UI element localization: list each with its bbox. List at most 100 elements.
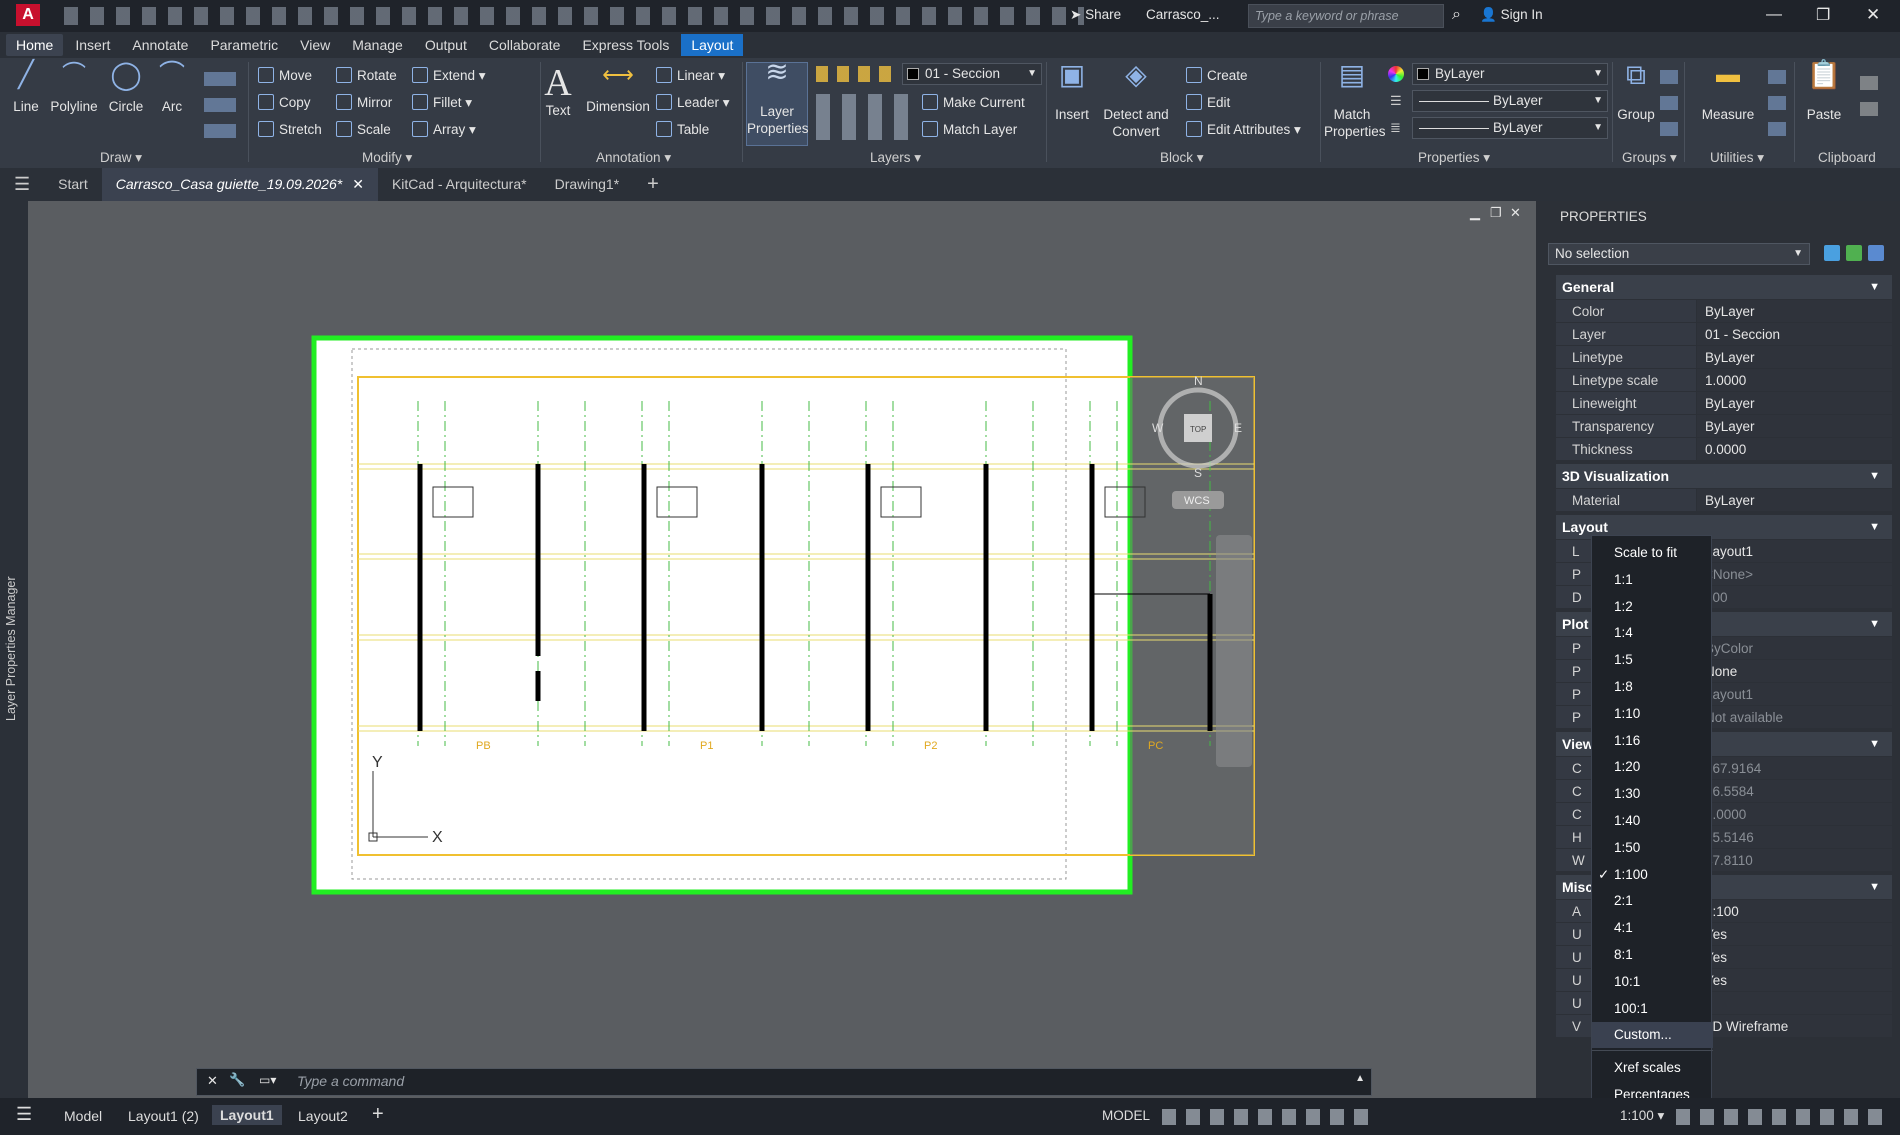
section-header-viz[interactable]: 3D Visualization ▼ — [1556, 464, 1892, 488]
scale-option[interactable]: 1:20 — [1592, 754, 1713, 780]
tab-manage[interactable]: Manage — [342, 34, 413, 56]
groups-group-label[interactable]: Groups ▾ — [1622, 150, 1677, 166]
arc-button[interactable]: ⌒ Arc — [152, 61, 192, 115]
linear-button[interactable]: Linear ▾ — [656, 67, 725, 84]
paste-button[interactable]: 📋 Paste — [1800, 61, 1848, 123]
hamburger-menu-icon[interactable]: ☰ — [0, 168, 44, 201]
model-space-toggle[interactable]: MODEL — [1102, 1108, 1150, 1123]
scale-option[interactable]: 1:2 — [1592, 594, 1713, 620]
quick-access-toolbar[interactable] — [64, 7, 1084, 25]
layer-dropdown[interactable]: 01 - Seccion ▼ — [902, 63, 1042, 85]
stretch-button[interactable]: Stretch — [258, 121, 322, 137]
property-row[interactable]: Linetype ByLayer — [1556, 346, 1892, 369]
property-value[interactable]: ByLayer — [1697, 489, 1892, 511]
property-value[interactable]: 47.8110 — [1697, 849, 1892, 871]
search-icon[interactable]: ⌕ — [1452, 6, 1461, 24]
extend-button[interactable]: Extend ▾ — [412, 67, 486, 84]
tab-output[interactable]: Output — [415, 34, 477, 56]
scale-option[interactable]: 1:40 — [1592, 808, 1713, 834]
line-button[interactable]: ╱ Line — [8, 61, 44, 115]
property-value[interactable]: ByLayer — [1697, 346, 1892, 368]
layers-group-label[interactable]: Layers ▾ — [870, 150, 921, 166]
new-tab-plus-icon[interactable]: + — [633, 168, 673, 201]
scale-option[interactable]: 2:1 — [1592, 888, 1713, 914]
property-row[interactable]: Color ByLayer — [1556, 300, 1892, 323]
properties-group-label[interactable]: Properties ▾ — [1418, 150, 1490, 166]
select-objects-icon[interactable] — [1846, 245, 1862, 261]
property-value[interactable]: ByLayer — [1697, 415, 1892, 437]
clipboard-tools-icons[interactable] — [1860, 66, 1878, 116]
scale-option[interactable]: 1:8 — [1592, 674, 1713, 700]
section-header-general[interactable]: General ▼ — [1556, 275, 1892, 299]
viewport-scale-dropdown[interactable]: Scale to fit 1:1 1:2 1:4 1:5 1:8 1:10 1:16 1:20 1… — [1591, 535, 1713, 1103]
property-value[interactable] — [1697, 992, 1892, 1014]
command-input[interactable]: Type a command — [297, 1073, 404, 1089]
group-button[interactable]: ⧉ Group — [1614, 61, 1658, 123]
rotate-button[interactable]: Rotate — [336, 67, 397, 83]
property-value[interactable]: <None> — [1697, 563, 1892, 585]
move-button[interactable]: Move — [258, 67, 312, 83]
property-value[interactable]: Layout1 — [1697, 683, 1892, 705]
property-value[interactable]: 01 - Seccion — [1697, 323, 1892, 345]
scale-option[interactable]: 100:1 — [1592, 996, 1713, 1022]
property-value[interactable]: Yes — [1697, 923, 1892, 945]
property-value[interactable]: 1.0000 — [1697, 369, 1892, 391]
circle-button[interactable]: ◯ Circle — [104, 61, 148, 115]
layer-properties-palette-strip[interactable]: Layer Properties Manager — [0, 201, 28, 1098]
status-tool-icons[interactable] — [1676, 1109, 1886, 1125]
drawing-canvas[interactable]: ▁ ❐ ✕ PB P1 P2 PC Y X TOP N S W E WCS — [28, 201, 1536, 1098]
property-value[interactable]: 0.0000 — [1697, 438, 1892, 460]
collapse-arrow-icon[interactable]: ▼ — [1869, 875, 1880, 899]
polyline-button[interactable]: ⌒ Polyline — [48, 63, 100, 115]
table-button[interactable]: Table — [656, 121, 709, 137]
scale-option[interactable]: 1:16 — [1592, 728, 1713, 754]
draw-group-label[interactable]: Draw ▾ — [100, 150, 142, 166]
layout-sheet[interactable]: PB P1 P2 PC Y X TOP N S W E WCS — [28, 201, 1536, 1098]
collapse-arrow-icon[interactable]: ▼ — [1869, 515, 1880, 539]
property-row[interactable]: Transparency ByLayer — [1556, 415, 1892, 438]
layer-properties-button[interactable]: ≋ Layer Properties — [746, 58, 809, 146]
property-value[interactable]: 1:100 — [1697, 900, 1892, 922]
scale-option[interactable]: 8:1 — [1592, 942, 1713, 968]
collapse-arrow-icon[interactable]: ▼ — [1869, 275, 1880, 299]
tab-active-document[interactable]: Carrasco_Casa guiette_19.09.2026* ✕ — [101, 168, 378, 201]
fillet-button[interactable]: Fillet ▾ — [412, 94, 472, 111]
maximize-button[interactable]: ❐ — [1816, 5, 1830, 25]
lineweight-dropdown[interactable]: ByLayer ▼ — [1412, 117, 1608, 139]
minimize-button[interactable]: — — [1766, 6, 1782, 24]
color-dropdown[interactable]: ByLayer ▼ — [1412, 63, 1608, 85]
array-button[interactable]: Array ▾ — [412, 121, 476, 138]
tab-drawing1[interactable]: Drawing1* — [541, 168, 634, 201]
scale-option[interactable]: 1:4 — [1592, 620, 1713, 646]
property-value[interactable]: 0.0000 — [1697, 803, 1892, 825]
dimension-button[interactable]: ⟷ Dimension — [584, 64, 652, 115]
property-row[interactable]: Linetype scale 1.0000 — [1556, 369, 1892, 392]
make-current-button[interactable]: Make Current — [922, 94, 1025, 110]
tab-view[interactable]: View — [290, 34, 340, 56]
toggle-pickadd-icon[interactable] — [1824, 245, 1840, 261]
property-row[interactable]: Material ByLayer — [1556, 489, 1892, 512]
draw-extra-tools[interactable] — [204, 68, 236, 138]
tab-annotate[interactable]: Annotate — [122, 34, 198, 56]
scale-option[interactable]: Xref scales — [1592, 1055, 1713, 1081]
tab-kitcad[interactable]: KitCad - Arquitectura* — [378, 168, 541, 201]
match-properties-button[interactable]: ▤ Match Properties — [1324, 61, 1386, 140]
property-row[interactable]: Lineweight ByLayer — [1556, 392, 1892, 415]
property-value[interactable]: 167.9164 — [1697, 757, 1892, 779]
tab-model[interactable]: Model — [64, 1108, 102, 1124]
insert-button[interactable]: ▣ Insert — [1050, 61, 1094, 123]
tab-home[interactable]: Home — [6, 34, 64, 56]
scale-option[interactable]: 1:50 — [1592, 835, 1713, 861]
scale-option[interactable]: 10:1 — [1592, 969, 1713, 995]
sign-in-button[interactable]: 👤 Sign In — [1480, 7, 1543, 23]
tab-collaborate[interactable]: Collaborate — [479, 34, 571, 56]
scale-option[interactable]: Custom... — [1592, 1022, 1713, 1049]
tab-layout1[interactable]: Layout1 — [212, 1105, 282, 1125]
collapse-arrow-icon[interactable]: ▼ — [1869, 464, 1880, 488]
scale-button[interactable]: Scale — [336, 121, 391, 137]
tab-express-tools[interactable]: Express Tools — [572, 34, 679, 56]
property-value[interactable]: None — [1697, 660, 1892, 682]
edit-block-button[interactable]: Edit — [1186, 94, 1230, 110]
share-button[interactable]: ➤ Share — [1070, 7, 1121, 23]
command-expand-icon[interactable]: ▲ — [1355, 1073, 1365, 1084]
